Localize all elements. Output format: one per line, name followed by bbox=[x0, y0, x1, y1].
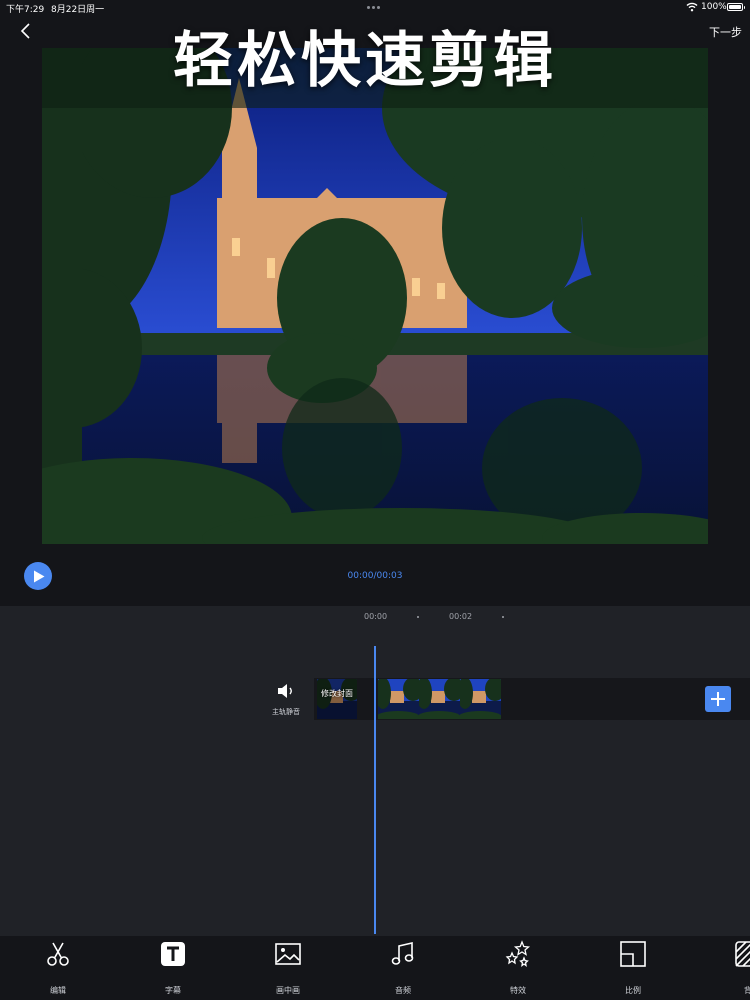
tool-label: 背 bbox=[744, 986, 750, 995]
ruler-tick bbox=[417, 616, 419, 618]
tool-label: 比例 bbox=[625, 986, 641, 995]
add-clip-button[interactable] bbox=[705, 686, 731, 712]
text-t-icon bbox=[161, 942, 185, 966]
clip-frame-image bbox=[378, 679, 419, 719]
clip-thumbnail[interactable] bbox=[460, 679, 501, 719]
tool-label: 字幕 bbox=[165, 986, 181, 995]
tool-audio[interactable]: 音频 bbox=[373, 936, 433, 1000]
edit-cover-label: 修改封面 bbox=[321, 689, 353, 698]
ruler-label-2s: 00:02 bbox=[449, 612, 473, 621]
ruler-label-start: 00:00 bbox=[364, 612, 388, 621]
clip-thumbnail[interactable] bbox=[378, 679, 419, 719]
cover-thumbnail[interactable]: 修改封面 bbox=[317, 679, 357, 719]
promo-headline: 轻松快速剪辑 bbox=[173, 26, 557, 96]
tool-subtitle[interactable]: 字幕 bbox=[143, 936, 203, 1000]
wifi-icon bbox=[686, 2, 698, 12]
tool-label: 特效 bbox=[510, 986, 526, 995]
background-hatch-icon bbox=[735, 941, 750, 967]
tool-label: 音频 bbox=[395, 986, 411, 995]
mute-main-track-label[interactable]: 主轨静音 bbox=[262, 707, 310, 717]
clip-thumbnail[interactable] bbox=[419, 679, 460, 719]
preview-image bbox=[42, 48, 708, 544]
tool-label: 编辑 bbox=[50, 986, 66, 995]
bottom-toolbar: 编辑 字幕 画中画 音频 特效 比例 背 bbox=[0, 936, 750, 1000]
tool-label: 画中画 bbox=[276, 986, 300, 995]
tool-picture-in-picture[interactable]: 画中画 bbox=[258, 936, 318, 1000]
clip-frame-image bbox=[460, 679, 501, 719]
tool-edit[interactable]: 编辑 bbox=[28, 936, 88, 1000]
video-editor-screen: 下午7:29 8月22日周一 100% 下一步 轻松快速剪辑 00:00/00:… bbox=[0, 0, 750, 1000]
tool-background[interactable]: 背 bbox=[718, 936, 750, 1000]
sparkle-stars-icon bbox=[505, 940, 531, 967]
timeline-playhead[interactable] bbox=[374, 646, 376, 934]
tool-aspect-ratio[interactable]: 比例 bbox=[603, 936, 663, 1000]
playback-time: 00:00/00:03 bbox=[347, 571, 403, 581]
aspect-ratio-icon bbox=[620, 941, 646, 967]
speaker-icon[interactable] bbox=[276, 683, 296, 699]
battery-percentage: 100% bbox=[701, 2, 727, 12]
scissors-icon bbox=[47, 942, 69, 966]
plus-icon bbox=[711, 692, 725, 706]
multitasking-dots-icon[interactable] bbox=[367, 6, 380, 9]
music-note-icon bbox=[391, 941, 414, 965]
video-preview[interactable] bbox=[42, 48, 708, 544]
ruler-tick bbox=[502, 616, 504, 618]
tool-effects[interactable]: 特效 bbox=[488, 936, 548, 1000]
battery-icon bbox=[727, 3, 745, 11]
clip-frame-image bbox=[419, 679, 460, 719]
cover-thumbnail-image bbox=[317, 679, 357, 719]
picture-in-picture-icon bbox=[275, 943, 301, 965]
